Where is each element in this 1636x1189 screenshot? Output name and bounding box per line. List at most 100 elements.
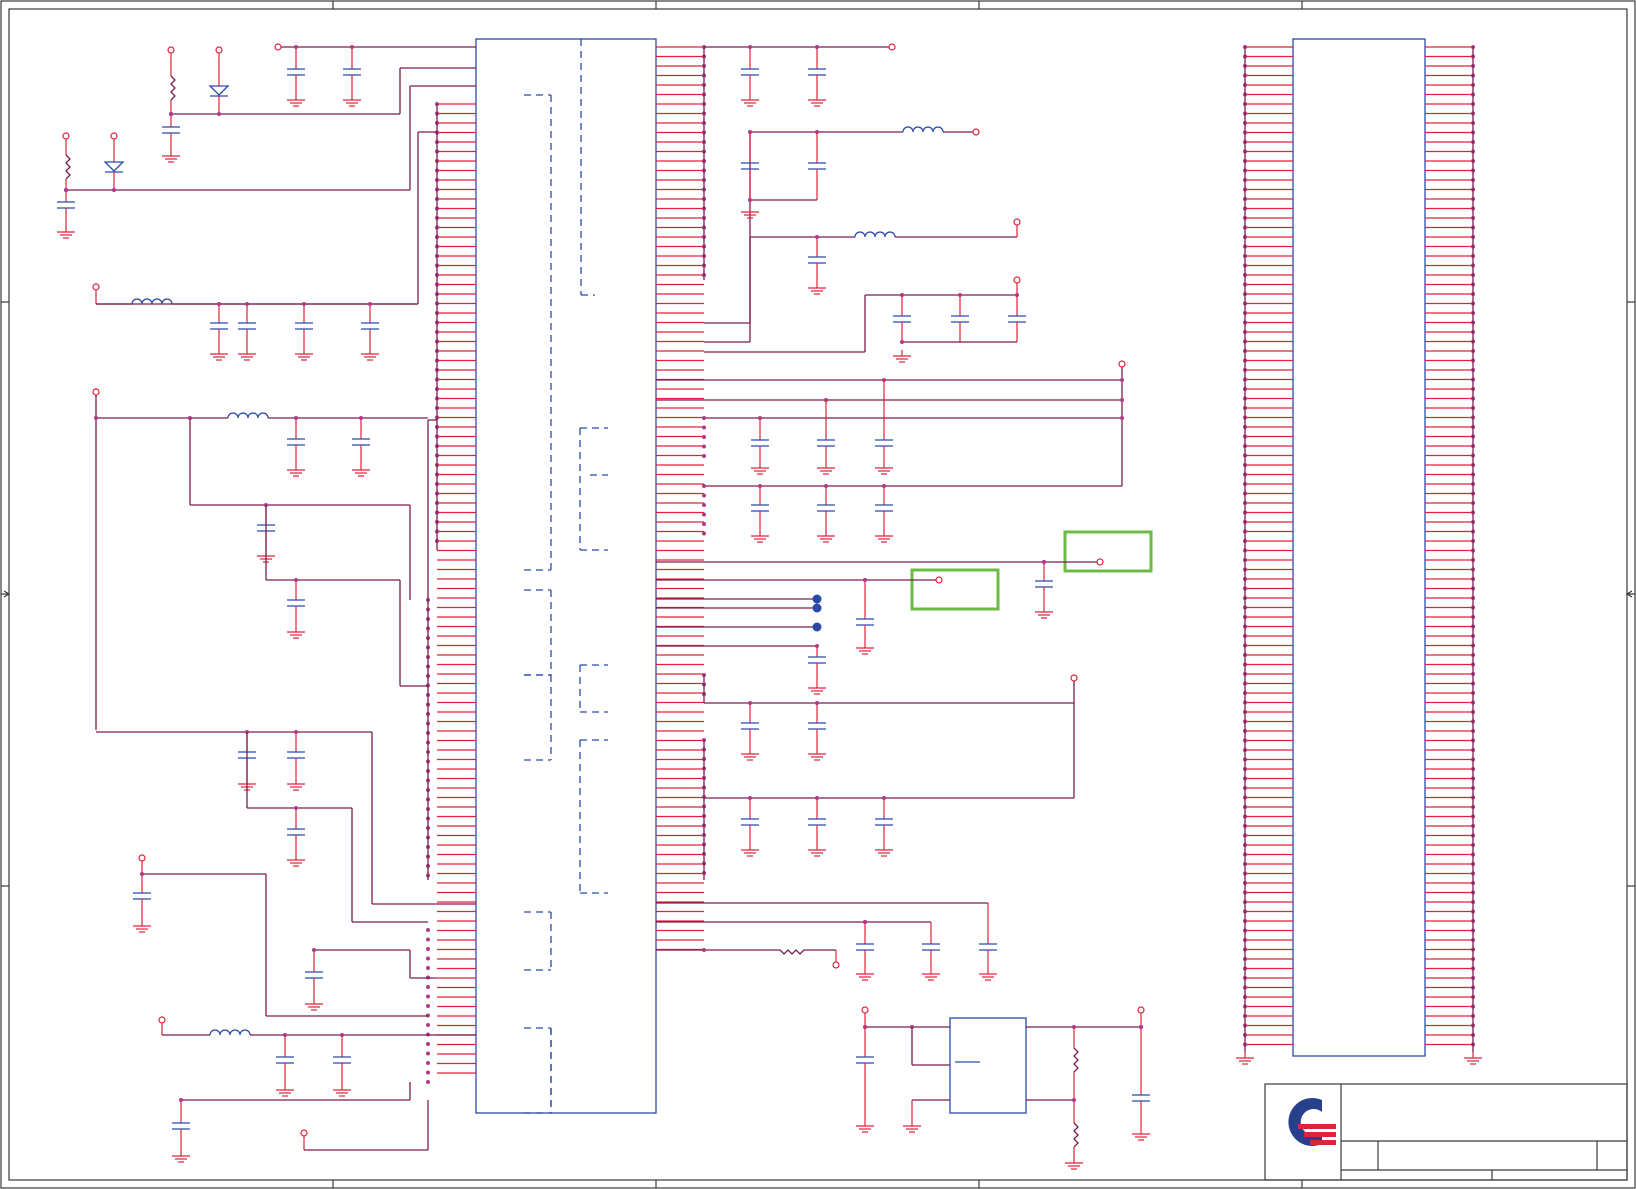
junction-dot xyxy=(900,340,904,344)
ground-icon xyxy=(922,968,940,981)
capacitor-icon xyxy=(287,751,305,759)
ground-icon xyxy=(1464,1052,1482,1065)
power-port-icon xyxy=(274,43,282,51)
junction-dot xyxy=(169,112,173,116)
junction-dot xyxy=(1120,398,1124,402)
ground-icon xyxy=(817,530,835,543)
power-port-icon xyxy=(832,961,840,969)
junction-dot xyxy=(340,1033,344,1037)
ground-icon xyxy=(1236,1052,1254,1065)
junction-dot xyxy=(217,112,221,116)
ground-icon xyxy=(875,530,893,543)
ground-icon xyxy=(287,854,305,867)
junction-dot xyxy=(748,198,752,202)
junction-dot xyxy=(294,578,298,582)
pin-junction xyxy=(426,1023,430,1027)
schematic-sheet xyxy=(0,0,1636,1189)
power-port-icon xyxy=(300,1129,308,1137)
ground-icon xyxy=(903,1120,921,1133)
junction-dot xyxy=(815,701,819,705)
power-port-icon xyxy=(92,283,100,291)
resistor-icon xyxy=(65,154,71,180)
capacitor-icon xyxy=(210,322,228,330)
ground-icon xyxy=(287,94,305,107)
pin-junction xyxy=(702,493,706,498)
ground-icon xyxy=(856,642,874,655)
junction-dot xyxy=(112,188,116,192)
capacitor-icon xyxy=(808,162,826,170)
diode-icon xyxy=(103,161,125,172)
junction-dot xyxy=(1120,416,1124,420)
junction-dot xyxy=(294,730,298,734)
ground-icon xyxy=(808,748,826,761)
capacitor-icon xyxy=(1132,1094,1150,1102)
junction-dot xyxy=(217,302,221,306)
capacitor-icon xyxy=(1035,580,1053,588)
capacitor-icon xyxy=(162,126,180,134)
resistor-icon xyxy=(1073,1122,1079,1148)
inductor-icon xyxy=(209,1029,251,1036)
capacitor-icon xyxy=(979,943,997,951)
power-port-icon xyxy=(110,132,118,140)
logo-mark-icon xyxy=(1288,1098,1336,1146)
pin-junction xyxy=(426,966,430,970)
ground-icon xyxy=(333,1084,351,1097)
capacitor-icon xyxy=(856,943,874,951)
power-port-icon xyxy=(1013,276,1021,284)
capacitor-icon xyxy=(172,1122,190,1130)
capacitor-icon xyxy=(751,439,769,447)
ground-icon xyxy=(817,462,835,475)
power-port-icon xyxy=(215,46,223,54)
connector xyxy=(1292,38,1426,1057)
power-port-icon xyxy=(972,128,980,136)
junction-dot xyxy=(294,416,298,420)
no-connect-dot xyxy=(812,622,822,632)
capacitor-icon xyxy=(808,68,826,76)
ground-icon xyxy=(741,94,759,107)
power-port-icon xyxy=(888,43,896,51)
pin-junction xyxy=(702,425,706,430)
capacitor-icon xyxy=(856,618,874,626)
power-port-icon xyxy=(138,854,146,862)
capacitor-icon xyxy=(951,315,969,323)
ground-icon xyxy=(875,844,893,857)
pin-junction xyxy=(426,947,430,951)
ground-icon xyxy=(808,94,826,107)
power-port-icon xyxy=(167,46,175,54)
capacitor-icon xyxy=(817,439,835,447)
pin-junction xyxy=(702,454,706,458)
capacitor-icon xyxy=(238,322,256,330)
generated-schematic xyxy=(57,43,1482,1170)
junction-dot xyxy=(1072,1098,1076,1102)
capacitor-icon xyxy=(741,68,759,76)
power-port-icon xyxy=(861,1006,869,1014)
capacitor-icon xyxy=(295,322,313,330)
junction-dot xyxy=(350,45,354,49)
capacitor-icon xyxy=(875,504,893,512)
power-port-icon xyxy=(62,132,70,140)
ground-icon xyxy=(172,1150,190,1163)
capacitor-icon xyxy=(875,439,893,447)
capacitor-icon xyxy=(893,315,911,323)
ground-icon xyxy=(287,464,305,477)
junction-dot xyxy=(748,796,752,800)
ground-icon xyxy=(361,348,379,361)
pin-junction xyxy=(426,1070,430,1075)
capacitor-icon xyxy=(808,656,826,664)
capacitor-icon xyxy=(276,1056,294,1064)
inductor-icon xyxy=(902,126,944,133)
junction-dot xyxy=(294,45,298,49)
capacitor-icon xyxy=(922,943,940,951)
junction-dot xyxy=(748,701,752,705)
junction-dot xyxy=(882,796,886,800)
pin-junction xyxy=(702,435,706,439)
pin-junction xyxy=(702,522,706,526)
pin-junction xyxy=(426,1051,430,1056)
capacitor-icon xyxy=(808,256,826,264)
power-port-icon xyxy=(92,388,100,396)
junction-dot xyxy=(283,1033,287,1037)
junction-dot xyxy=(64,188,68,192)
power-port-icon xyxy=(1096,558,1104,566)
capacitor-icon xyxy=(287,438,305,446)
junction-dot xyxy=(1139,1025,1143,1029)
